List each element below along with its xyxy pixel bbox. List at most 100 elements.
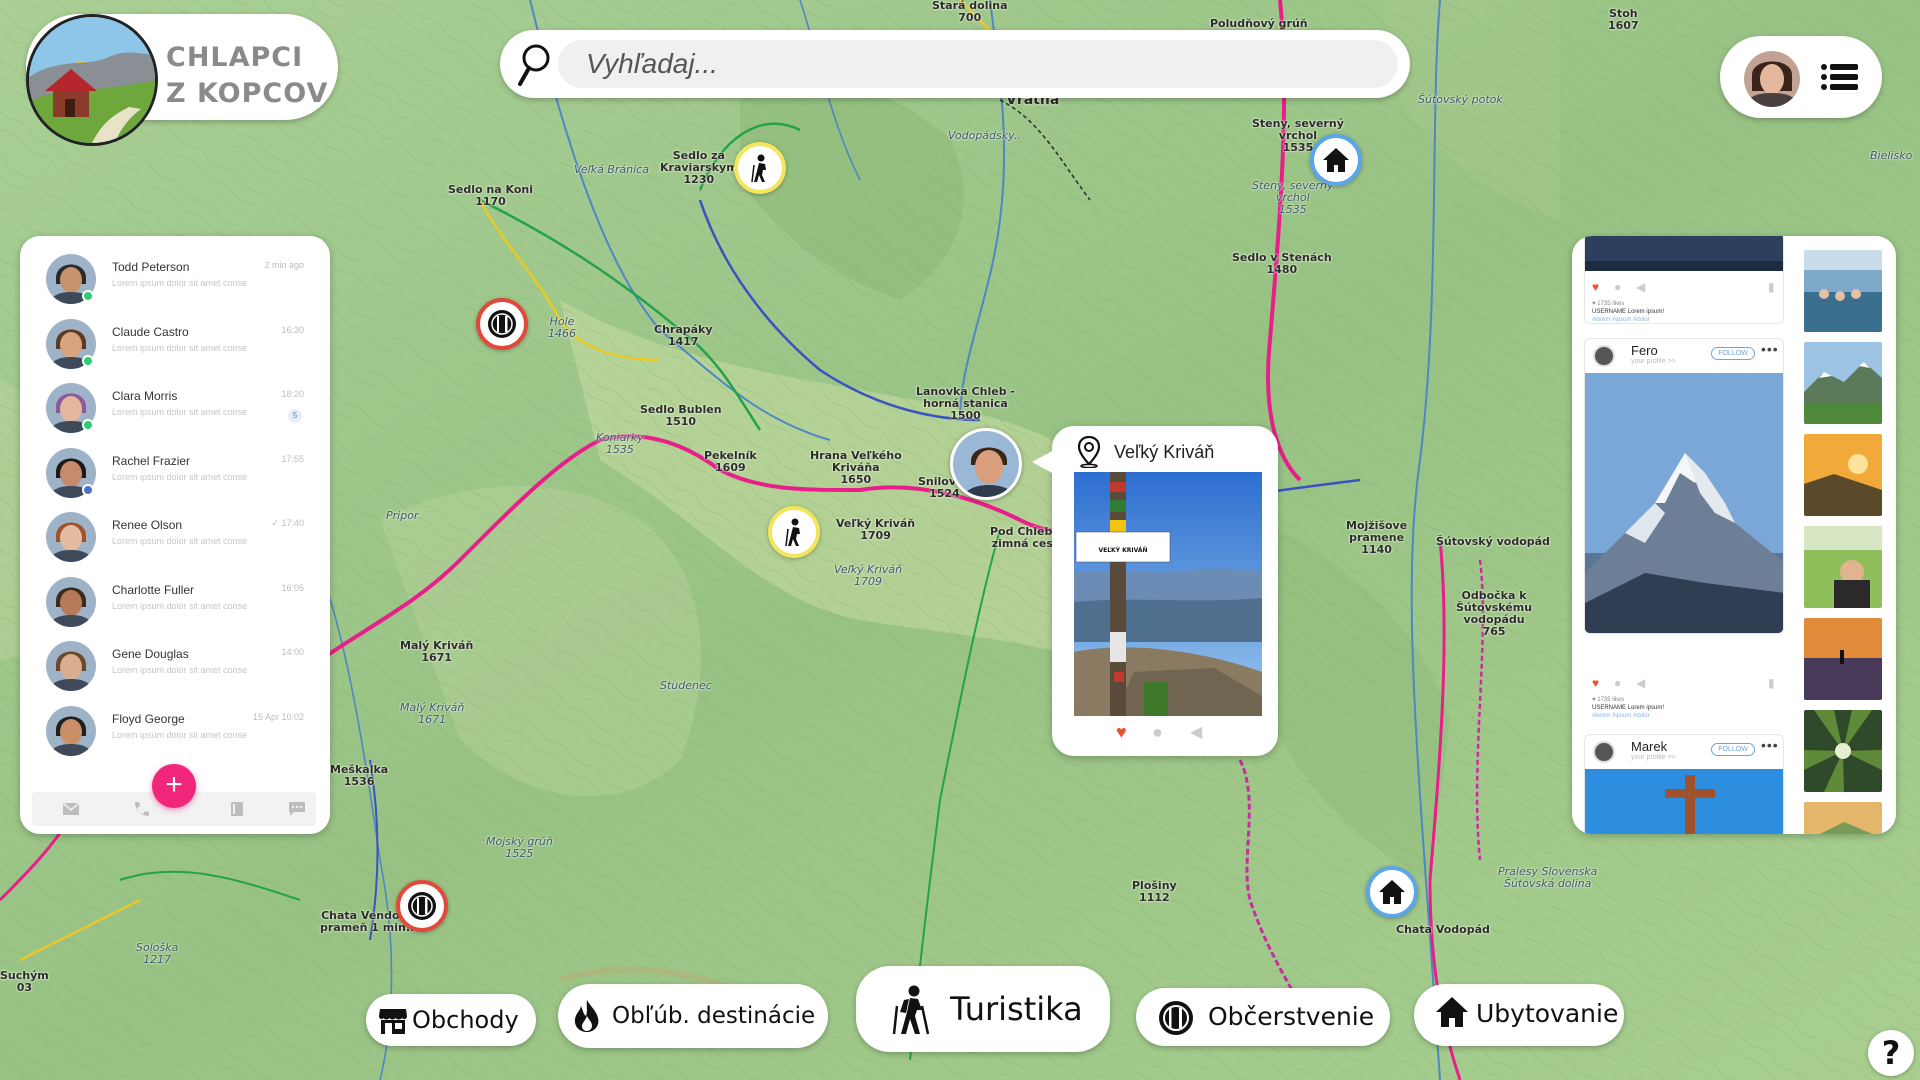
hiking-poi-marker[interactable] <box>768 506 820 558</box>
map-place-label: Sološka 1217 <box>136 941 179 966</box>
restaurant-poi-marker[interactable] <box>396 880 448 932</box>
chat-icon[interactable] <box>288 801 306 817</box>
more-options-icon[interactable]: ••• <box>1761 737 1779 753</box>
list-menu-icon[interactable] <box>1820 62 1860 92</box>
post-profile-link[interactable]: your profile >> <box>1631 754 1676 761</box>
category-label: Ubytovanie <box>1476 999 1619 1028</box>
book-icon[interactable] <box>228 801 246 817</box>
more-options-icon[interactable]: ••• <box>1761 341 1779 357</box>
photo-thumbnail[interactable] <box>1804 434 1882 516</box>
chat-conversation-item[interactable]: Todd Peterson Lorem ipsum dolor sit amet … <box>20 246 330 310</box>
destination-popup[interactable]: Veľký Kriváň VEĽKÝ KRIVÁŇ ♥ ● ◀ <box>1032 426 1278 756</box>
avatar[interactable] <box>46 641 96 691</box>
chat-conversation-item[interactable]: Renee Olson Lorem ipsum dolor sit amet co… <box>20 504 330 568</box>
chat-conversation-item[interactable]: Floyd George Lorem ipsum dolor sit amet c… <box>20 698 330 762</box>
comment-icon[interactable]: ● <box>1152 722 1163 743</box>
message-preview: Lorem ipsum dolor sit amet conse <box>112 278 248 288</box>
map-place-label: Pekelník 1609 <box>704 449 757 474</box>
photo-thumbnail[interactable] <box>1804 342 1882 424</box>
like-icon[interactable]: ♥ <box>1592 676 1599 690</box>
phone-icon[interactable] <box>132 801 150 817</box>
new-chat-button[interactable]: + <box>152 764 196 808</box>
message-preview: Lorem ipsum dolor sit amet conse <box>112 342 248 353</box>
share-icon[interactable]: ◀ <box>1636 280 1645 294</box>
avatar[interactable] <box>46 512 96 562</box>
map-place-label: Pripor <box>386 509 419 522</box>
status-indicator <box>82 483 94 496</box>
category-label: Turistika <box>950 990 1083 1028</box>
hiking-poi-marker[interactable] <box>734 142 786 194</box>
chat-conversation-item[interactable]: Rachel Frazier Lorem ipsum dolor sit amet… <box>20 440 330 504</box>
map-place-label: Hrana Veľkého Kriváňa 1650 <box>810 449 902 486</box>
feed-post[interactable]: Fero your profile >> FOLLOW ••• <box>1584 338 1784 634</box>
house-icon <box>1323 148 1349 172</box>
category-favorites-button[interactable]: Obľúb. destinácie <box>558 984 828 1048</box>
photo-thumbnail[interactable] <box>1804 250 1882 332</box>
message-preview: Lorem ipsum dolor sit amet conse <box>112 729 248 740</box>
photo-thumbnail[interactable] <box>1804 710 1882 792</box>
message-preview: Lorem ipsum dolor sit amet conse <box>112 407 248 417</box>
category-hiking-button[interactable]: Turistika <box>856 966 1110 1052</box>
message-time: 17:55 <box>281 453 304 464</box>
chat-conversation-item[interactable]: Claude Castro Lorem ipsum dolor sit amet … <box>20 311 330 375</box>
feed-post[interactable]: Marek your profile >> FOLLOW ••• <box>1584 734 1784 834</box>
bookmark-icon[interactable]: ▮ <box>1768 676 1775 690</box>
category-refreshments-button[interactable]: Občerstvenie <box>1136 988 1390 1046</box>
search-icon[interactable] <box>514 42 554 88</box>
accommodation-poi-marker[interactable] <box>1366 866 1418 918</box>
user-avatar[interactable] <box>1744 51 1800 107</box>
map-place-label: Sedlo na Koni 1170 <box>448 183 533 208</box>
map-place-label: Malý Kriváň 1671 <box>400 701 465 726</box>
map-place-label: Studenec <box>660 679 712 692</box>
summit-photo[interactable]: VEĽKÝ KRIVÁŇ <box>1074 472 1262 716</box>
like-icon[interactable]: ♥ <box>1592 280 1599 294</box>
photo-thumbnail[interactable] <box>1804 618 1882 700</box>
map-place-label: Stoh 1607 <box>1608 7 1639 32</box>
mail-icon[interactable] <box>62 801 80 817</box>
share-icon[interactable]: ◀ <box>1190 722 1202 742</box>
share-icon[interactable]: ◀ <box>1636 676 1645 690</box>
status-indicator <box>82 290 94 302</box>
comment-icon[interactable]: ● <box>1614 676 1621 690</box>
search-input[interactable] <box>558 40 1398 88</box>
post-username[interactable]: Fero <box>1631 343 1658 358</box>
category-accommodation-button[interactable]: Ubytovanie <box>1414 984 1624 1046</box>
map-place-label: Veľký Kriváň 1709 <box>836 517 916 542</box>
map-place-label: Plošiny 1112 <box>1132 879 1177 904</box>
map-place-label: Stará dolina 700 <box>932 0 1008 24</box>
photo-thumbnail[interactable] <box>1804 526 1882 608</box>
help-button[interactable]: ? <box>1868 1030 1914 1076</box>
avatar[interactable] <box>46 705 96 756</box>
mountain-photo <box>1585 373 1783 633</box>
bookmark-icon[interactable]: ▮ <box>1768 280 1775 294</box>
photo-thumbnail[interactable] <box>1804 802 1882 834</box>
follow-button[interactable]: FOLLOW <box>1711 743 1755 756</box>
chat-conversation-item[interactable]: Charlotte Fuller Lorem ipsum dolor sit am… <box>20 569 330 633</box>
follow-button[interactable]: FOLLOW <box>1711 347 1755 360</box>
chat-conversation-item[interactable]: Clara Morris Lorem ipsum dolor sit amet c… <box>20 375 330 439</box>
map-place-label: Poludňový grúň <box>1210 17 1308 30</box>
map-place-label: Koniarky 1535 <box>596 431 644 456</box>
comment-icon[interactable]: ● <box>1614 280 1621 294</box>
app-logo[interactable]: CHLAPCI Z KOPCOV <box>26 14 338 146</box>
message-time: 14:00 <box>281 647 304 657</box>
user-location-avatar[interactable] <box>950 428 1022 500</box>
post-username[interactable]: Marek <box>1631 739 1667 754</box>
avatar[interactable] <box>46 576 96 627</box>
map-place-label: Sedlo Bublen 1510 <box>640 403 722 428</box>
avatar[interactable] <box>1593 345 1615 367</box>
category-shops-button[interactable]: Obchody <box>366 994 536 1046</box>
avatar[interactable] <box>1593 741 1615 763</box>
map-place-label: Malý Kriváň 1671 <box>400 639 474 664</box>
contact-name: Renee Olson <box>112 518 183 532</box>
search-bar[interactable] <box>500 30 1410 98</box>
chat-conversation-item[interactable]: Gene Douglas Lorem ipsum dolor sit amet c… <box>20 633 330 697</box>
post-reactions: ♥ ● ◀ ▮ <box>1584 280 1784 294</box>
contact-name: Charlotte Fuller <box>112 582 195 597</box>
like-icon[interactable]: ♥ <box>1116 722 1127 743</box>
post-profile-link[interactable]: your profile >> <box>1631 358 1676 365</box>
contact-name: Gene Douglas <box>112 647 189 661</box>
restaurant-poi-marker[interactable] <box>476 298 528 350</box>
post-image <box>1585 236 1783 271</box>
accommodation-poi-marker[interactable] <box>1310 134 1362 186</box>
